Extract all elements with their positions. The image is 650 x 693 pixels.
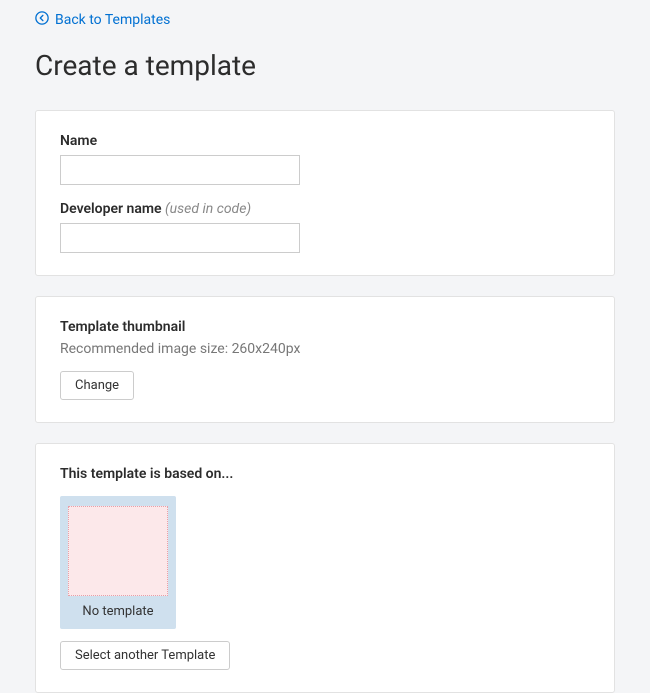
name-input[interactable] xyxy=(60,155,300,185)
select-another-template-button[interactable]: Select another Template xyxy=(60,641,230,670)
template-thumbnail-placeholder xyxy=(68,506,168,596)
base-template-card: This template is based on... No template… xyxy=(35,443,615,693)
thumbnail-title: Template thumbnail xyxy=(60,319,590,335)
name-card: Name Developer name (used in code) xyxy=(35,110,615,276)
base-template-title: This template is based on... xyxy=(60,466,590,482)
thumbnail-recommended: Recommended image size: 260x240px xyxy=(60,341,590,357)
template-tile-label: No template xyxy=(68,604,168,623)
change-thumbnail-button[interactable]: Change xyxy=(60,371,134,400)
developer-name-label: Developer name (used in code) xyxy=(60,201,590,217)
thumbnail-card: Template thumbnail Recommended image siz… xyxy=(35,296,615,423)
developer-name-hint: (used in code) xyxy=(165,201,251,217)
developer-name-input[interactable] xyxy=(60,223,300,253)
back-link-label: Back to Templates xyxy=(55,12,170,28)
back-arrow-icon xyxy=(35,11,49,29)
template-tile[interactable]: No template xyxy=(60,496,176,629)
back-to-templates-link[interactable]: Back to Templates xyxy=(35,11,170,29)
developer-name-label-text: Developer name xyxy=(60,201,162,217)
page-title: Create a template xyxy=(35,49,615,82)
name-label: Name xyxy=(60,133,590,149)
